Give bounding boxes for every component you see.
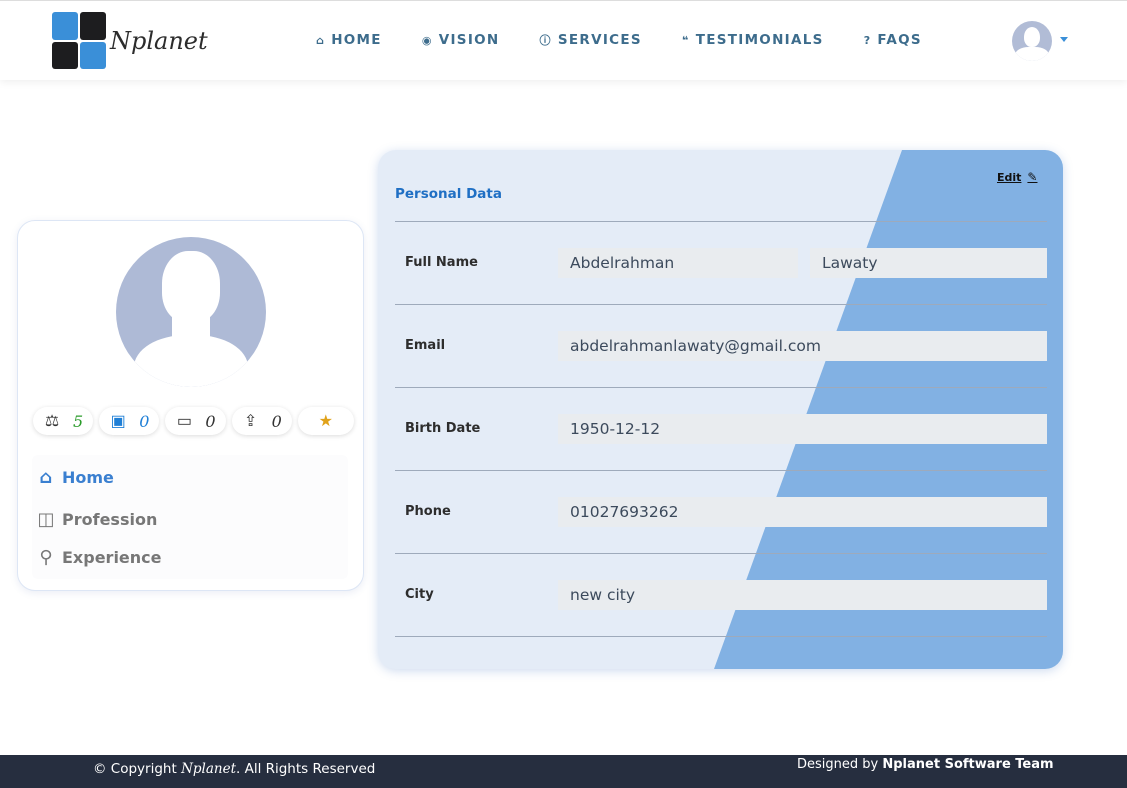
first-name-field[interactable]: Abdelrahman — [558, 248, 798, 278]
full-name-label: Full Name — [405, 255, 478, 270]
nav-link-label: SERVICES — [557, 32, 642, 48]
nav-link-label: TESTIMONIALS — [695, 32, 824, 48]
birth-date-field[interactable]: 1950-12-12 — [558, 414, 1047, 444]
award-icon: ⚲ — [39, 547, 53, 568]
divider — [395, 304, 1047, 305]
eye-icon: ◉ — [421, 33, 433, 47]
stat-value: 0 — [205, 411, 216, 431]
copyright-suffix: . All Rights Reserved — [236, 761, 376, 777]
house-icon: ⌂ — [39, 467, 53, 488]
home-icon: ⌂ — [316, 33, 326, 47]
menu-item-label: Home — [62, 468, 114, 487]
stat-earnings[interactable]: ⚖ 5 — [33, 407, 94, 435]
phone-label: Phone — [405, 504, 451, 519]
menu-item-experience[interactable]: ⚲ Experience — [34, 547, 162, 568]
logo-icon — [52, 12, 106, 69]
quote-icon: ❝ — [681, 33, 690, 47]
user-avatar[interactable] — [1012, 21, 1052, 61]
email-field[interactable]: abdelrahmanlawaty@gmail.com — [558, 331, 1047, 361]
profile-card: ⚖ 5 ▣ 0 ▭ 0 ⇪ 0 ★ ⌂ Home ◫ Profession ⚲ — [17, 220, 364, 591]
menu-item-label: Experience — [62, 548, 162, 567]
chevron-down-icon[interactable] — [1060, 37, 1068, 42]
divider — [395, 636, 1047, 637]
designed-team: Nplanet Software Team — [882, 757, 1054, 772]
nav-link-vision[interactable]: ◉ VISION — [422, 32, 500, 48]
birth-date-label: Birth Date — [405, 421, 481, 436]
city-field[interactable]: new city — [558, 580, 1047, 610]
copyright-brand: Nplanet — [181, 761, 236, 777]
brand-logo[interactable]: Nplanet — [52, 12, 208, 69]
phone-field[interactable]: 01027693262 — [558, 497, 1047, 527]
monitor-icon: ▭ — [176, 413, 192, 430]
personal-data-card: Personal Data Edit ✎ Full Name Abdelrahm… — [378, 150, 1063, 669]
menu-item-profession[interactable]: ◫ Profession — [34, 509, 157, 530]
nav-link-label: FAQS — [877, 32, 922, 48]
info-icon: ⓘ — [539, 34, 552, 47]
main-nav: ⌂ HOME ◉ VISION ⓘ SERVICES ❝ TESTIMONIAL… — [316, 32, 962, 48]
menu-item-home[interactable]: ⌂ Home — [34, 467, 114, 488]
brand-name: Nplanet — [110, 26, 208, 55]
nav-link-faqs[interactable]: ? FAQS — [864, 32, 922, 48]
stat-rating[interactable]: ★ — [297, 407, 354, 435]
copyright-prefix: © Copyright — [93, 761, 177, 777]
profile-avatar — [116, 237, 266, 387]
stat-value: 0 — [139, 411, 150, 431]
edit-label: Edit — [997, 170, 1022, 184]
last-name-field[interactable]: Lawaty — [810, 248, 1047, 278]
profile-menu: ⌂ Home ◫ Profession ⚲ Experience — [32, 455, 348, 579]
upload-icon: ⇪ — [243, 413, 258, 430]
footer: © Copyright Nplanet. All Rights Reserved… — [0, 755, 1127, 788]
stat-profile[interactable]: ▣ 0 — [99, 407, 160, 435]
briefcase-icon: ◫ — [37, 509, 55, 530]
stat-value: 5 — [73, 411, 84, 431]
stat-upload[interactable]: ⇪ 0 — [231, 407, 292, 435]
pencil-icon: ✎ — [1027, 170, 1038, 184]
user-card-icon: ▣ — [110, 413, 126, 430]
stat-monitor[interactable]: ▭ 0 — [165, 407, 226, 435]
designed-by-text: Designed by Nplanet Software Team — [797, 757, 1054, 772]
money-bag-icon: ⚖ — [44, 413, 60, 430]
divider — [395, 470, 1047, 471]
nav-link-label: HOME — [331, 32, 382, 48]
copyright-text: © Copyright Nplanet. All Rights Reserved — [93, 761, 375, 777]
top-navbar: Nplanet ⌂ HOME ◉ VISION ⓘ SERVICES ❝ TES… — [0, 0, 1127, 80]
divider — [395, 553, 1047, 554]
section-title: Personal Data — [395, 186, 502, 202]
divider — [395, 387, 1047, 388]
stat-value: 0 — [271, 411, 282, 431]
email-label: Email — [405, 338, 446, 353]
city-label: City — [405, 587, 434, 602]
question-icon: ? — [863, 33, 872, 47]
menu-item-label: Profession — [62, 510, 158, 529]
nav-link-label: VISION — [438, 32, 500, 48]
profile-stats: ⚖ 5 ▣ 0 ▭ 0 ⇪ 0 ★ — [33, 407, 360, 435]
nav-link-services[interactable]: ⓘ SERVICES — [540, 32, 642, 48]
nav-link-testimonials[interactable]: ❝ TESTIMONIALS — [682, 32, 824, 48]
star-icon: ★ — [318, 413, 333, 430]
designed-prefix: Designed by — [797, 757, 879, 772]
edit-button[interactable]: Edit ✎ — [997, 170, 1037, 184]
divider — [395, 221, 1047, 222]
nav-link-home[interactable]: ⌂ HOME — [316, 32, 382, 48]
